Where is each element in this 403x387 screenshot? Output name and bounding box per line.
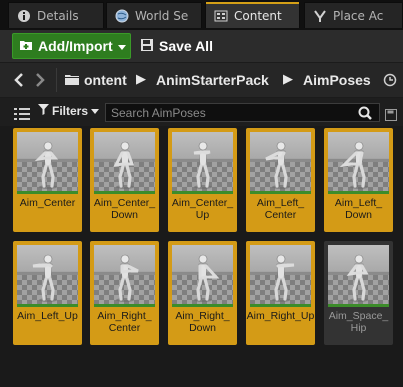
save-all-label: Save All [159,38,213,54]
mannequin-icon [193,141,212,189]
save-search-icon[interactable] [385,106,397,125]
tab-content[interactable]: Content [205,2,300,28]
dropdown-arrow-icon [117,38,126,54]
asset-grid: Aim_Center Aim_Center_ Down Aim_Center_ Up… [0,126,403,387]
mannequin-icon [339,141,368,189]
asset-label: Aim_Center_ Up [171,197,234,221]
breadcrumb-item-aimposes[interactable]: AimPoses [303,72,371,88]
add-import-button[interactable]: Add/Import [12,33,131,59]
filters-label: Filters [52,104,89,118]
back-arrow-icon[interactable] [12,72,26,92]
breadcrumb: ontent ▶ AnimStarterPack ▶ AimPoses [0,62,403,98]
mannequin-icon [116,254,139,302]
content-browser-icon [214,9,228,23]
asset-tile[interactable]: Aim_Center_ Up [168,128,237,232]
asset-tile[interactable]: Aim_Left_ Center [246,128,315,232]
asset-label: Aim_Center [19,197,76,209]
mannequin-icon [34,141,59,189]
tab-label: Details [37,8,79,23]
breadcrumb-item-animstarterpack[interactable]: AnimStarterPack [156,72,269,88]
asset-tile[interactable]: Aim_Center_ Down [90,128,159,232]
sources-panel-icon[interactable] [14,106,30,125]
breadcrumb-separator-icon[interactable]: ▶ [283,72,293,87]
asset-label: Aim_Left_ Center [256,197,305,221]
asset-thumbnail [328,245,389,307]
tab-world-settings[interactable]: World Se [106,2,202,28]
asset-label: Aim_Left_ Down [334,197,383,221]
tab-place-actors[interactable]: Place Ac [304,2,403,28]
asset-label: Aim_Right_ Center [97,310,152,334]
asset-label: Aim_Left_Up [17,310,78,322]
funnel-icon [38,104,49,118]
asset-tile[interactable]: Aim_Left_ Down [324,128,393,232]
asset-tile[interactable]: Aim_Right_Up [246,241,315,345]
divider [56,68,57,92]
asset-label: Aim_Right_Up [246,310,315,322]
asset-thumbnail [172,132,233,194]
add-folder-icon [19,38,33,55]
forward-arrow-icon[interactable] [33,72,47,92]
mannequin-icon [346,254,369,302]
history-icon[interactable] [383,72,397,91]
dropdown-arrow-icon [91,104,100,118]
asset-thumbnail [17,132,78,194]
info-icon [17,9,31,23]
asset-tile[interactable]: Aim_Right_ Down [168,241,237,345]
asset-label: Aim_Space_ Hip [328,310,389,334]
asset-tile[interactable]: Aim_Space_ Hip [324,241,393,345]
save-all-button[interactable]: Save All [140,33,213,59]
filters-button[interactable]: Filters [38,104,100,118]
asset-thumbnail [94,245,155,307]
search-input[interactable] [105,103,380,122]
globe-icon [115,9,129,23]
breadcrumb-item-content[interactable]: ontent [84,72,127,88]
asset-thumbnail [172,245,233,307]
tab-label: Content [234,8,282,23]
tab-bar: Details World Se Content Place Ac [0,0,403,30]
tab-details[interactable]: Details [8,2,104,28]
mannequin-icon [194,254,220,302]
asset-thumbnail [17,245,78,307]
folder-icon[interactable] [64,72,80,91]
filter-bar: Filters [0,98,403,126]
save-icon [140,38,154,55]
asset-tile[interactable]: Aim_Left_Up [13,241,82,345]
place-actors-icon [313,9,327,23]
asset-tile[interactable]: Aim_Right_ Center [90,241,159,345]
asset-thumbnail [94,132,155,194]
tab-label: Place Ac [333,8,384,23]
search-icon[interactable] [358,105,372,124]
asset-label: Aim_Right_ Down [175,310,230,334]
asset-thumbnail [250,245,311,307]
mannequin-icon [113,141,135,189]
add-import-label: Add/Import [38,38,113,54]
asset-thumbnail [328,132,389,194]
asset-thumbnail [250,132,311,194]
tab-label: World Se [135,8,189,23]
asset-label: Aim_Center_ Down [93,197,156,221]
asset-tile[interactable]: Aim_Center [13,128,82,232]
mannequin-icon [272,254,295,302]
mannequin-icon [265,141,290,189]
breadcrumb-separator-icon[interactable]: ▶ [136,72,146,87]
mannequin-icon [32,254,57,302]
toolbar: Add/Import Save All [0,30,403,62]
